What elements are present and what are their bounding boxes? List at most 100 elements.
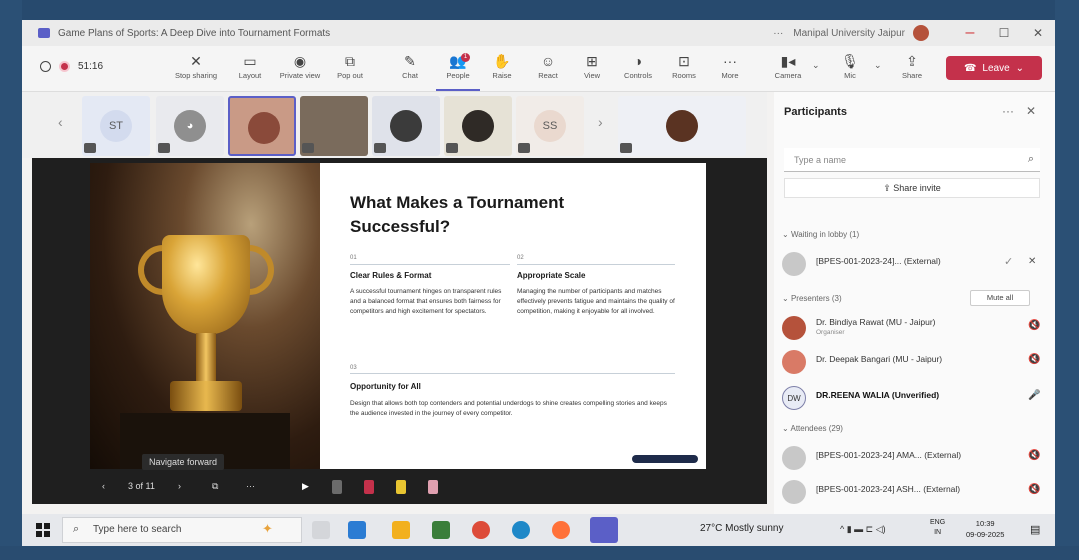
- leave-chevron-down-icon: ⌄: [1015, 62, 1025, 74]
- outlook-icon[interactable]: [348, 521, 366, 539]
- system-tray-icons[interactable]: ^ ▮ ▬ ⊏ ◁): [840, 524, 886, 535]
- mute-all-button[interactable]: Mute all: [970, 290, 1030, 306]
- file-explorer-icon[interactable]: [392, 521, 410, 539]
- more-button[interactable]: ··· More: [708, 51, 752, 80]
- mic-on-icon[interactable]: 🎤: [1028, 390, 1040, 401]
- controls-icon: ◑: [633, 53, 643, 69]
- participant-name: Dr. Deepak Bangari (MU - Jaipur): [816, 354, 943, 364]
- chevron-left-icon[interactable]: ‹: [58, 114, 63, 130]
- status-icon: [40, 61, 51, 72]
- leave-button[interactable]: ☎ Leave ⌄: [946, 56, 1042, 80]
- mic-off-icon[interactable]: 🔇: [1028, 354, 1040, 365]
- sparkle-icon[interactable]: ✦: [262, 521, 273, 537]
- presenter-row[interactable]: Dr. Bindiya Rawat (MU - Jaipur) Organise…: [782, 314, 1044, 344]
- close-window-button[interactable]: ✕: [1021, 26, 1055, 40]
- layout-icon: ▭: [243, 53, 257, 69]
- controls-button[interactable]: ◑ Controls: [616, 51, 660, 80]
- people-label: People: [446, 71, 470, 80]
- camera-chevron-down-icon[interactable]: ⌄: [812, 60, 820, 71]
- participant-tile[interactable]: ◕: [156, 96, 224, 156]
- item-number: 01: [350, 255, 357, 261]
- lobby-section-header[interactable]: ⌄ Waiting in lobby (1): [782, 230, 859, 239]
- camera-button[interactable]: ▮◂ Camera: [766, 51, 810, 80]
- participant-tile[interactable]: [618, 96, 746, 156]
- phone-hangup-icon: ☎: [963, 62, 977, 74]
- share-invite-button[interactable]: ⇪ Share invite: [784, 178, 1040, 198]
- mic-off-icon[interactable]: 🔇: [1028, 450, 1040, 461]
- chrome-icon[interactable]: [472, 521, 490, 539]
- close-icon[interactable]: ✕: [1026, 104, 1036, 118]
- view-button[interactable]: ⊞ View: [570, 51, 614, 80]
- participant-video-tile[interactable]: [372, 96, 440, 156]
- panel-title: Participants: [784, 106, 847, 118]
- participant-role: Organiser: [816, 329, 845, 336]
- presenter-row[interactable]: Dr. Deepak Bangari (MU - Jaipur) 🔇: [782, 348, 1044, 378]
- raise-hand-button[interactable]: ✋ Raise: [480, 51, 524, 80]
- more-options-icon[interactable]: ···: [773, 28, 783, 39]
- pop-out-button[interactable]: ⧉ Pop out: [328, 51, 372, 80]
- avatar: [782, 316, 806, 340]
- item-number: 03: [350, 365, 357, 371]
- stop-sharing-button[interactable]: ✕ Stop sharing: [174, 51, 218, 80]
- chevron-right-icon[interactable]: ›: [598, 114, 603, 130]
- attendee-row[interactable]: [BPES-001-2023-24] ASH... (External) 🔇: [782, 478, 1044, 508]
- slide-grid-icon[interactable]: ⧉: [212, 481, 218, 492]
- presenters-section-header[interactable]: ⌄ Presenters (3): [782, 294, 842, 303]
- mic-off-icon[interactable]: 🔇: [1028, 484, 1040, 495]
- external-tag: (External): [923, 484, 961, 494]
- rooms-button[interactable]: ⊡ Rooms: [662, 51, 706, 80]
- participant-tile[interactable]: ST: [82, 96, 150, 156]
- attendees-section-header[interactable]: ⌄ Attendees (29): [782, 424, 843, 433]
- mic-off-icon: [84, 143, 96, 153]
- more-options-icon[interactable]: ···: [246, 481, 255, 491]
- weather-widget[interactable]: 27°C Mostly sunny: [700, 523, 783, 534]
- chat-icon: ✎: [404, 53, 416, 69]
- mic-button[interactable]: 🎙 Mic: [828, 51, 872, 80]
- participant-video-tile[interactable]: [228, 96, 296, 156]
- firefox-icon[interactable]: [552, 521, 570, 539]
- previous-slide-icon[interactable]: ‹: [102, 481, 105, 491]
- chat-button[interactable]: ✎ Chat: [388, 51, 432, 80]
- react-button[interactable]: ☺ React: [526, 51, 570, 80]
- name-text: [BPES-001-2023-24]...: [816, 256, 902, 266]
- share-button[interactable]: ⇪ Share: [890, 51, 934, 80]
- people-button[interactable]: 👥 1 People: [436, 51, 480, 91]
- task-view-icon[interactable]: [312, 521, 330, 539]
- presenter-row[interactable]: DW DR.REENA WALIA (Unverified) 🎤: [782, 384, 1044, 414]
- store-icon[interactable]: [432, 521, 450, 539]
- language-indicator[interactable]: ENG IN: [930, 518, 945, 538]
- teams-icon[interactable]: [590, 517, 618, 543]
- attendee-row[interactable]: [BPES-001-2023-24] AMA... (External) 🔇: [782, 444, 1044, 474]
- lobby-participant-row[interactable]: [BPES-001-2023-24]... (External) ✓ ✕: [782, 250, 1044, 280]
- notification-icon[interactable]: ▤: [1030, 523, 1040, 536]
- highlighter-icon[interactable]: [396, 480, 406, 494]
- deny-close-icon[interactable]: ✕: [1028, 256, 1036, 267]
- eraser-icon[interactable]: [332, 480, 342, 494]
- mic-off-icon[interactable]: 🔇: [1028, 320, 1040, 331]
- windows-start-icon[interactable]: [36, 523, 50, 537]
- share-invite-label: Share invite: [893, 183, 941, 193]
- external-tag: (External): [924, 450, 962, 460]
- minimize-button[interactable]: –: [953, 24, 987, 42]
- divider: [350, 264, 510, 265]
- stop-sharing-icon: ✕: [190, 53, 202, 69]
- maximize-button[interactable]: ☐: [987, 26, 1021, 40]
- controls-label: Controls: [624, 71, 652, 80]
- private-view-button[interactable]: ◉ Private view: [278, 51, 322, 80]
- next-slide-icon[interactable]: ›: [178, 481, 181, 491]
- participant-video-tile[interactable]: [444, 96, 512, 156]
- divider: [517, 264, 675, 265]
- participant-tile[interactable]: SS: [516, 96, 584, 156]
- pink-pen-icon[interactable]: [428, 480, 438, 494]
- layout-button[interactable]: ▭ Layout: [228, 51, 272, 80]
- red-pen-icon[interactable]: [364, 480, 374, 494]
- admit-check-icon[interactable]: ✓: [1004, 255, 1013, 268]
- panel-more-icon[interactable]: ···: [1002, 104, 1014, 118]
- pointer-icon[interactable]: ▶: [302, 481, 309, 492]
- taskbar-clock[interactable]: 10:39 09-09-2025: [966, 518, 1004, 540]
- search-participants-input[interactable]: Type a name ⌕: [784, 148, 1040, 172]
- mic-chevron-down-icon[interactable]: ⌄: [874, 60, 882, 71]
- user-avatar[interactable]: [913, 25, 929, 41]
- edge-icon[interactable]: [512, 521, 530, 539]
- participant-video-tile[interactable]: [300, 96, 368, 156]
